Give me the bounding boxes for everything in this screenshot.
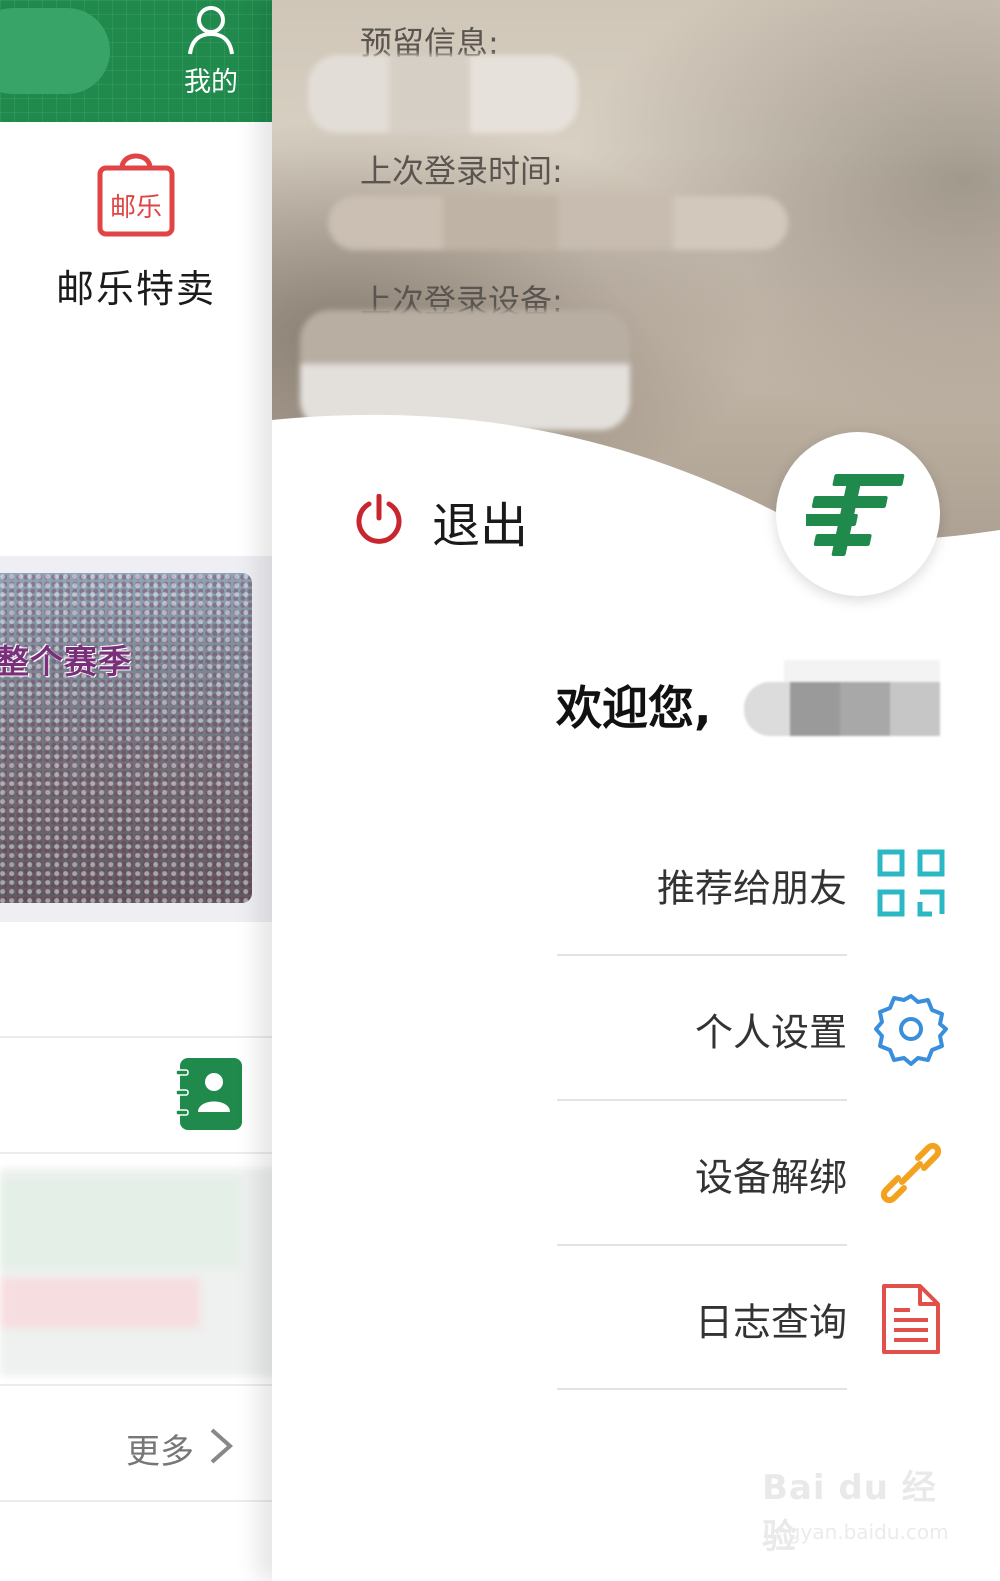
watermark-url: jingyan.baidu.com [764, 1520, 949, 1544]
background-app-page: 我的 邮乐 邮乐特卖 整个赛季 更多 [0, 0, 272, 1581]
divider [0, 1384, 272, 1386]
mine-tab-label[interactable]: 我的 [176, 60, 246, 99]
stadium-banner[interactable]: 整个赛季 [0, 573, 252, 903]
contacts-book-icon[interactable] [176, 1056, 244, 1132]
blurred-content [0, 1168, 272, 1376]
menu-item-unbind-device[interactable]: 设备解绑 [557, 1101, 847, 1246]
user-icon[interactable] [184, 2, 238, 56]
menu-item-label[interactable]: 推荐给朋友 [657, 857, 847, 912]
promo-label[interactable]: 邮乐特卖 [0, 258, 272, 313]
reserved-info-value-redacted [308, 55, 578, 133]
last-login-time-label: 上次登录时间: [360, 152, 563, 190]
shopping-bag-icon[interactable]: 邮乐 [96, 146, 176, 238]
menu-item-recommend[interactable]: 推荐给朋友 [557, 812, 847, 957]
banner-text: 整个赛季 [0, 642, 132, 681]
menu-item-label[interactable]: 日志查询 [695, 1291, 847, 1346]
menu-divider [557, 1388, 847, 1390]
divider [0, 1500, 272, 1502]
search-bar[interactable] [0, 8, 110, 94]
chevron-right-icon[interactable] [206, 1426, 236, 1466]
side-drawer: 预留信息: 上次登录时间: 上次登录设备: 退出 欢迎您, 推荐给朋友 个人设置… [272, 0, 1000, 1581]
power-icon[interactable] [354, 494, 404, 544]
menu-item-personal-settings[interactable]: 个人设置 [557, 956, 847, 1101]
more-link[interactable]: 更多 [126, 1424, 194, 1473]
menu-item-label[interactable]: 设备解绑 [695, 1146, 847, 1201]
welcome-text: 欢迎您, [556, 681, 712, 735]
logout-button[interactable]: 退出 [432, 486, 528, 556]
last-login-time-value-redacted [328, 196, 788, 250]
divider [0, 1036, 272, 1038]
menu-item-log-query[interactable]: 日志查询 [557, 1246, 847, 1391]
youle-icon-text: 邮乐 [110, 193, 162, 223]
china-post-logo-badge [776, 432, 940, 596]
qr-code-icon[interactable] [874, 846, 948, 920]
menu-item-label[interactable]: 个人设置 [695, 1001, 847, 1056]
app-header: 我的 [0, 0, 272, 122]
divider [0, 1152, 272, 1154]
china-post-logo-icon [806, 474, 905, 556]
baidu-watermark: Bai du 经验 jingyan.baidu.com [762, 1460, 952, 1557]
chain-link-icon[interactable] [874, 1136, 948, 1210]
gear-icon[interactable] [874, 992, 948, 1066]
username-redacted [744, 660, 940, 736]
document-icon[interactable] [874, 1282, 948, 1356]
